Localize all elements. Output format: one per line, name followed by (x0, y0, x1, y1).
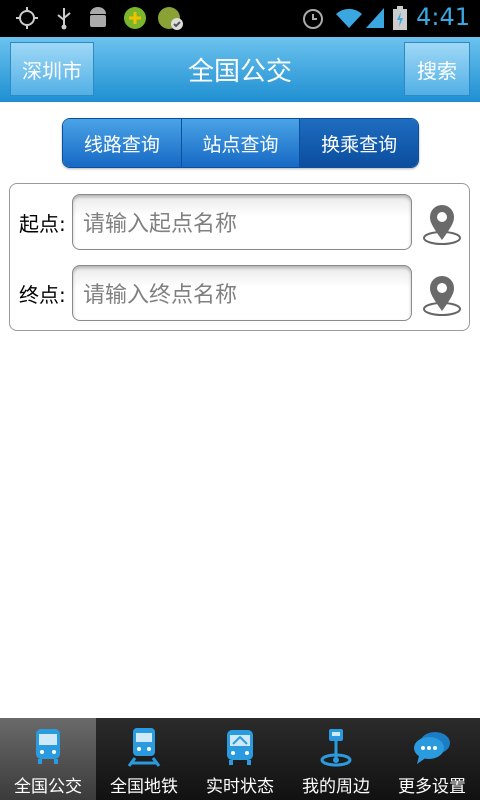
start-row: 起点: 请输入起点名称 (10, 194, 469, 250)
battery-icon (393, 6, 407, 30)
tab-stop-query[interactable]: 站点查询 (181, 119, 301, 167)
android-debug-icon (90, 7, 106, 27)
nav-label: 我的周边 (302, 777, 370, 797)
alarm-icon (303, 9, 323, 29)
end-location-pin-icon[interactable] (420, 273, 464, 317)
end-row: 终点: 请输入终点名称 (10, 265, 469, 321)
nav-label: 实时状态 (206, 777, 274, 797)
city-button[interactable]: 深圳市 (10, 42, 94, 96)
app-update-icon (158, 7, 183, 30)
gps-icon (16, 7, 38, 29)
nav-metro[interactable]: 全国地铁 (96, 718, 192, 800)
usb-icon (57, 8, 71, 30)
app-notification-icon (124, 7, 146, 29)
bottom-nav: 全国公交 全国地铁 实时状态 我的周边 更多设置 (0, 718, 480, 800)
bus-icon (36, 729, 60, 764)
nav-bus[interactable]: 全国公交 (0, 718, 96, 800)
nearby-icon (320, 729, 352, 767)
start-input[interactable]: 请输入起点名称 (72, 194, 412, 250)
signal-icon (366, 8, 384, 28)
start-location-pin-icon[interactable] (420, 202, 464, 246)
nav-label: 全国公交 (14, 777, 82, 797)
title-bar: 全国公交 深圳市 搜索 (0, 37, 480, 102)
wifi-icon (336, 8, 362, 28)
transfer-form: 起点: 请输入起点名称 终点: 请输入终点名称 (9, 183, 470, 331)
start-label: 起点: (19, 211, 66, 236)
tab-line-query[interactable]: 线路查询 (63, 119, 182, 167)
nav-realtime[interactable]: 实时状态 (192, 718, 288, 800)
search-button[interactable]: 搜索 (404, 42, 470, 96)
nav-nearby[interactable]: 我的周边 (288, 718, 384, 800)
metro-icon (127, 728, 161, 767)
nav-label: 全国地铁 (110, 777, 178, 797)
nav-more[interactable]: 更多设置 (384, 718, 480, 800)
clock: 4:41 (416, 3, 470, 31)
end-input[interactable]: 请输入终点名称 (72, 265, 412, 321)
chat-bubble-icon (414, 732, 450, 764)
status-bar: 4:41 (0, 0, 480, 37)
tab-transfer-query[interactable]: 换乘查询 (300, 119, 418, 167)
query-type-tabs: 线路查询 站点查询 换乘查询 (62, 118, 419, 168)
end-label: 终点: (19, 282, 66, 307)
realtime-bus-icon (227, 730, 253, 765)
nav-label: 更多设置 (398, 777, 466, 797)
